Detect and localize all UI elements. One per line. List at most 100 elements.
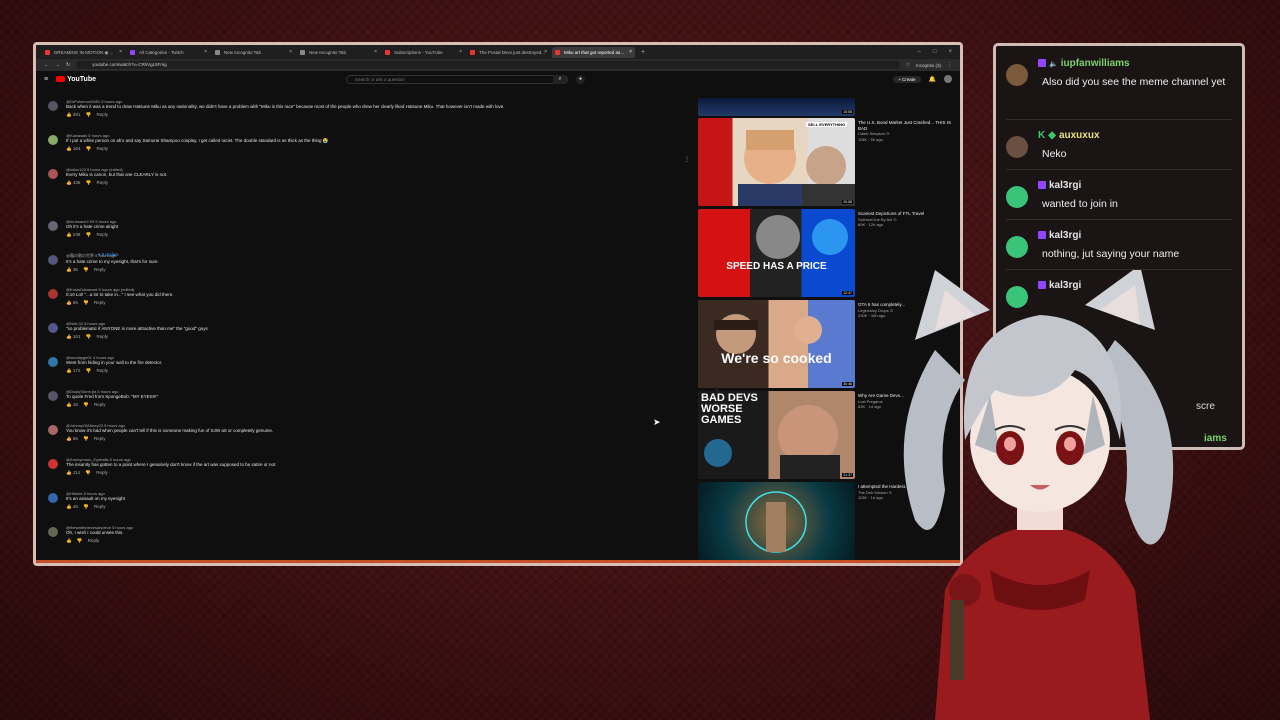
commenter-avatar[interactable]: [48, 135, 58, 145]
commenter-avatar[interactable]: [48, 493, 58, 503]
dislike-icon[interactable]: 👎: [83, 267, 89, 272]
close-tab-icon[interactable]: ×: [204, 47, 207, 58]
dislike-icon[interactable]: 👎: [83, 300, 89, 305]
reply-button[interactable]: Reply: [97, 334, 109, 339]
video-thumbnail[interactable]: BAD DEVS WORSE GAMES 21:37: [698, 391, 855, 479]
incognito-profile[interactable]: Incognito (3): [916, 63, 941, 68]
commenter-avatar[interactable]: [48, 255, 58, 265]
dislike-icon[interactable]: 👎: [83, 402, 89, 407]
commenter-avatar[interactable]: [48, 391, 58, 401]
url-field[interactable]: youtube.com/watch?v=CRIiVgL5Fmg: [76, 61, 900, 69]
reply-button[interactable]: Reply: [97, 146, 109, 151]
like-icon[interactable]: 👍: [66, 180, 72, 185]
like-icon[interactable]: 👍: [66, 436, 72, 441]
reply-button[interactable]: Reply: [88, 538, 100, 543]
like-icon[interactable]: 👍: [66, 402, 72, 407]
dislike-icon[interactable]: 👎: [86, 368, 92, 373]
notifications-bell-icon[interactable]: 🔔: [929, 76, 936, 83]
video-thumbnail[interactable]: SPEED HAS A PRICE 12:47: [698, 209, 855, 297]
commenter-avatar[interactable]: [48, 425, 58, 435]
dislike-icon[interactable]: 👎: [86, 180, 92, 185]
like-icon[interactable]: 👍: [66, 232, 72, 237]
like-icon[interactable]: 👍: [66, 267, 72, 272]
reply-button[interactable]: Reply: [97, 112, 109, 117]
more-options-icon[interactable]: ⋮: [684, 156, 690, 163]
commenter-avatar[interactable]: [48, 323, 58, 333]
commenter-avatar[interactable]: [48, 459, 58, 469]
like-icon[interactable]: 👍: [66, 470, 72, 475]
close-window-icon[interactable]: ×: [948, 49, 952, 55]
like-icon[interactable]: 👍: [66, 146, 72, 151]
chat-username[interactable]: auxuxux: [1059, 130, 1100, 141]
commenter-avatar[interactable]: [48, 289, 58, 299]
browser-tab-active[interactable]: Miku art that got reported as... ×: [552, 46, 635, 58]
search-input[interactable]: Search or ask a question ⌕: [346, 74, 568, 84]
browser-tab[interactable]: Subscriptions - YouTube ×: [382, 47, 465, 58]
video-title[interactable]: The U.S. Bond Market Just Crashed... THI…: [858, 120, 958, 142]
like-icon[interactable]: 👍: [66, 368, 72, 373]
chat-username[interactable]: iupfanwilliams: [1061, 58, 1130, 69]
reply-button[interactable]: Reply: [96, 470, 108, 475]
browser-tab[interactable]: New Incognito Tab ×: [212, 47, 295, 58]
like-icon[interactable]: 👍: [66, 334, 72, 339]
commenter-avatar[interactable]: [48, 169, 58, 179]
dislike-icon[interactable]: 👎: [86, 112, 92, 117]
commenter-avatar[interactable]: [48, 527, 58, 537]
reply-button[interactable]: Reply: [97, 232, 109, 237]
video-card[interactable]: SELL EVERYTHING 20:08 The U.S. Bond Mark…: [684, 118, 960, 209]
close-tab-icon[interactable]: ×: [544, 47, 547, 58]
new-tab-icon[interactable]: +: [641, 49, 645, 56]
commenter-avatar[interactable]: [48, 221, 58, 231]
youtube-logo[interactable]: YouTube: [56, 76, 96, 83]
reply-button[interactable]: Reply: [97, 368, 109, 373]
reply-button[interactable]: Reply: [94, 504, 106, 509]
commenter-avatar[interactable]: [48, 101, 58, 111]
browser-tab[interactable]: DREAMING IN MOTION ◉ ... ×: [42, 47, 125, 58]
dislike-icon[interactable]: 👎: [86, 146, 92, 151]
reply-button[interactable]: Reply: [97, 180, 109, 185]
reply-button[interactable]: Reply: [94, 436, 106, 441]
dislike-icon[interactable]: 👎: [83, 504, 89, 509]
reply-button[interactable]: Reply: [94, 300, 106, 305]
video-thumbnail[interactable]: [698, 482, 855, 562]
video-thumbnail[interactable]: SELL EVERYTHING 20:08: [698, 118, 855, 206]
close-tab-icon[interactable]: ×: [374, 47, 377, 58]
commenter-avatar[interactable]: [48, 357, 58, 367]
view-replies-button[interactable]: ▾ 9 replies: [98, 252, 119, 258]
browser-tab[interactable]: New Incognito Tab ×: [297, 47, 380, 58]
browser-tab[interactable]: All Categories - Twitch ×: [127, 47, 210, 58]
back-icon[interactable]: ←: [44, 62, 49, 68]
like-icon[interactable]: 👍: [66, 538, 72, 543]
video-card[interactable]: 10:08: [698, 98, 960, 118]
like-icon[interactable]: 👍: [66, 112, 72, 117]
minimize-icon[interactable]: –: [918, 49, 921, 55]
reply-button[interactable]: Reply: [94, 267, 106, 272]
microphone-icon[interactable]: ●: [576, 74, 585, 84]
video-title[interactable]: Scariest Depictions of FTL Travel Scienc…: [858, 211, 958, 228]
close-tab-icon[interactable]: ×: [289, 47, 292, 58]
forward-icon[interactable]: →: [55, 62, 60, 68]
like-icon[interactable]: 👍: [66, 300, 72, 305]
search-icon[interactable]: ⌕: [553, 74, 567, 84]
dislike-icon[interactable]: 👎: [77, 538, 83, 543]
maximize-icon[interactable]: □: [933, 49, 937, 55]
dislike-icon[interactable]: 👎: [86, 232, 92, 237]
video-thumbnail[interactable]: We're so cooked 30:46: [698, 300, 855, 388]
account-avatar[interactable]: [944, 75, 952, 83]
hamburger-menu-icon[interactable]: ≡: [44, 76, 48, 83]
like-icon[interactable]: 👍: [66, 504, 72, 509]
reply-button[interactable]: Reply: [94, 402, 106, 407]
close-tab-icon[interactable]: ×: [119, 47, 122, 58]
chat-username[interactable]: kal3rgi: [1049, 180, 1081, 191]
create-button[interactable]: + Create: [893, 75, 921, 83]
dislike-icon[interactable]: 👎: [85, 470, 91, 475]
close-tab-icon[interactable]: ×: [459, 47, 462, 58]
dislike-icon[interactable]: 👎: [83, 436, 89, 441]
browser-tab[interactable]: The Postal Devs just destroyed... ×: [467, 47, 550, 58]
browser-menu-icon[interactable]: ⋮: [947, 62, 952, 68]
dislike-icon[interactable]: 👎: [86, 334, 92, 339]
reload-icon[interactable]: ↻: [66, 62, 70, 68]
video-thumbnail[interactable]: 10:08: [698, 98, 855, 116]
close-tab-icon[interactable]: ×: [629, 47, 632, 58]
chat-username[interactable]: kal3rgi: [1049, 230, 1081, 241]
